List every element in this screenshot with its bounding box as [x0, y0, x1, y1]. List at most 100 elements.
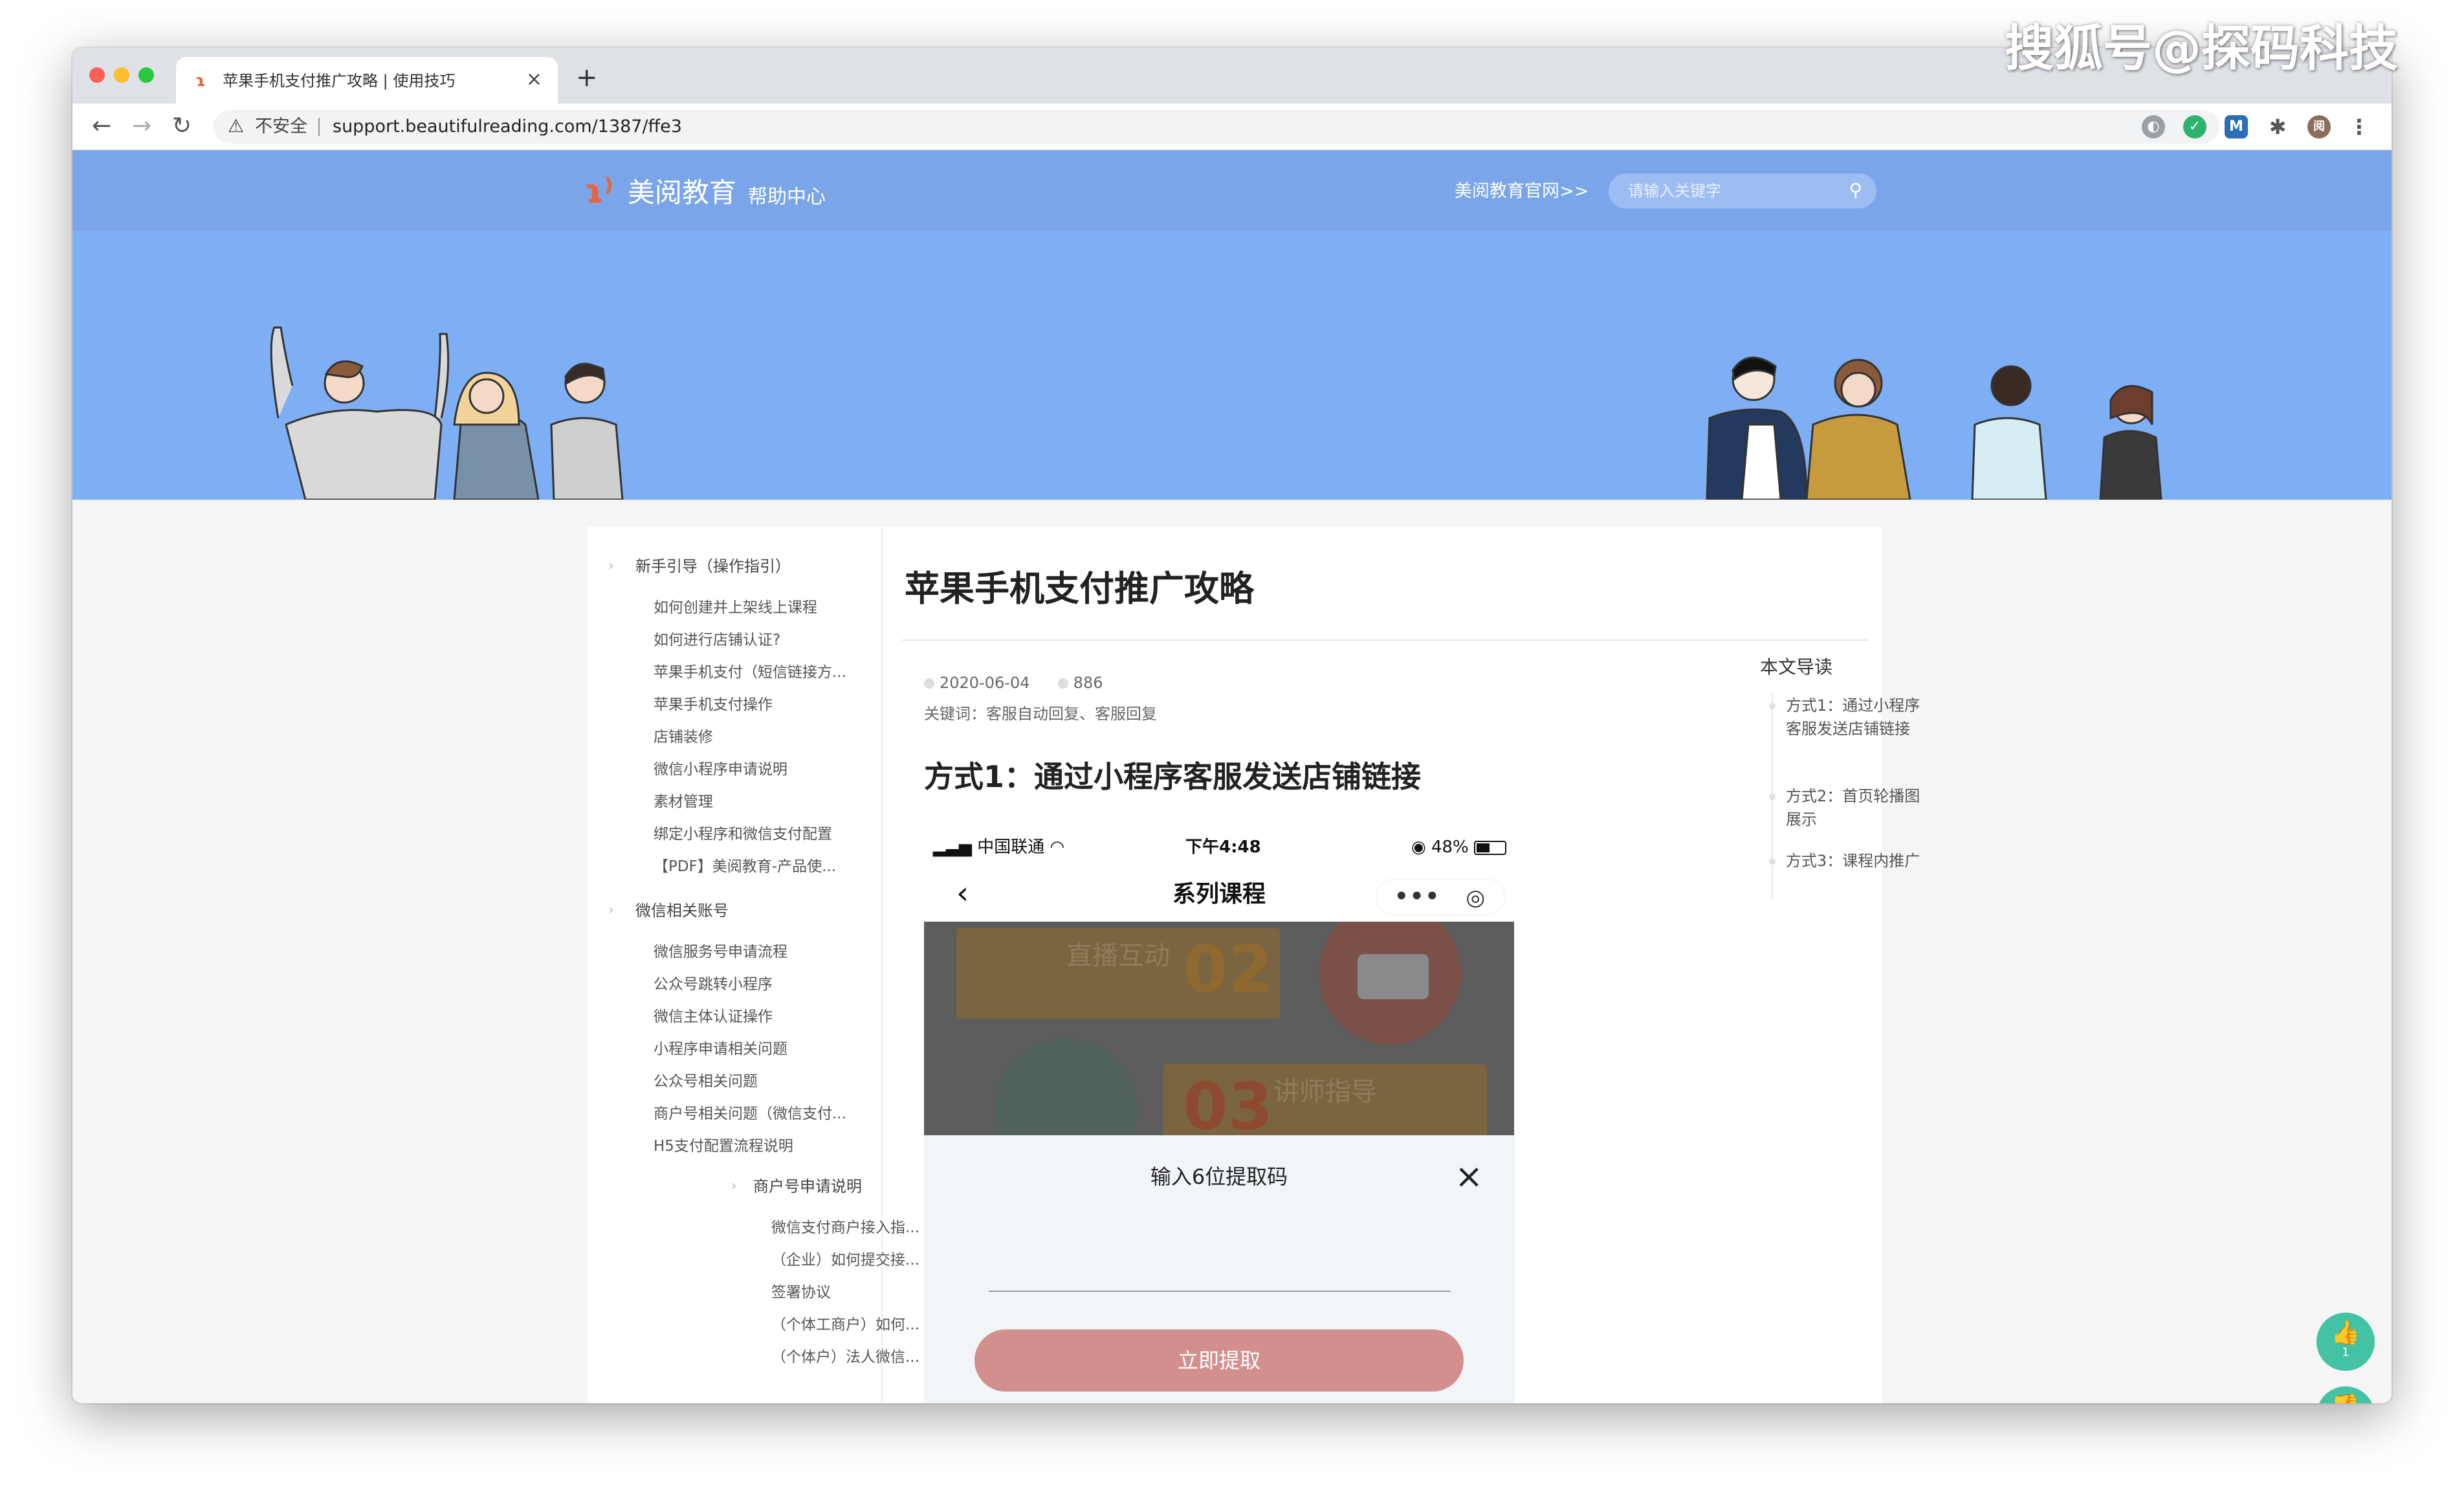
chevron-right-icon[interactable]: › [731, 1177, 737, 1196]
sidebar-item[interactable]: 绑定小程序和微信支付配置 [654, 825, 832, 844]
address-bar[interactable]: ⚠ 不安全 support.beautifulreading.com/1387/… [214, 110, 2219, 144]
sidebar-item[interactable]: 微信服务号申请流程 [654, 942, 787, 962]
url-text[interactable]: support.beautifulreading.com/1387/ffe3 [333, 117, 682, 137]
profile-avatar[interactable]: 阅 [2307, 115, 2331, 139]
browser-menu-icon[interactable]: ⋮ [2348, 115, 2371, 139]
back-arrow-icon[interactable]: ← [92, 113, 111, 140]
close-icon[interactable]: × [1455, 1160, 1483, 1194]
phone-carrier: ▂▃▅ 中国联通 ◠ [933, 838, 1064, 857]
thumbs-up-icon: 👍 [2331, 1320, 2360, 1346]
sidebar-item[interactable]: 微信主体认证操作 [654, 1007, 773, 1027]
sidebar-item[interactable]: 素材管理 [654, 792, 713, 812]
sidebar-item[interactable]: 苹果手机支付操作 [654, 695, 773, 715]
search-icon[interactable]: ⚲ [1849, 180, 1862, 201]
wifi-icon: ◠ [1050, 838, 1065, 857]
sohu-watermark: 搜狐号@探码科技 [2005, 19, 2398, 77]
logo-mark-icon[interactable]: ɿ⁾ [584, 173, 613, 210]
sidebar-nav: › 新手引导（操作指引） 如何创建并上架线上课程 如何进行店铺认证? 苹果手机支… [588, 527, 919, 1403]
person-left-2 [453, 372, 540, 500]
phone-time: 下午4:48 [1185, 838, 1261, 857]
dislike-button[interactable]: 👎 0 [2316, 1386, 2375, 1403]
miniprogram-capsule: ••• ◎ [1376, 879, 1505, 915]
clock-icon [924, 678, 934, 689]
warning-triangle-icon[interactable]: ⚠ [228, 115, 244, 137]
sidebar-item[interactable]: 如何创建并上架线上课程 [654, 598, 817, 617]
like-button[interactable]: 👍 1 [2316, 1313, 2375, 1371]
close-target-icon[interactable]: ◎ [1466, 886, 1485, 909]
extensions-puzzle-icon[interactable]: ✱ [2266, 115, 2289, 139]
extension-m-icon[interactable]: M [2225, 115, 2248, 139]
extract-submit-button[interactable]: 立即提取 [974, 1329, 1464, 1392]
maximize-window-button[interactable] [138, 67, 154, 83]
tab-active[interactable]: ɿ 苹果手机支付推广攻略 | 使用技巧 × [176, 57, 558, 104]
people-cheering-illustration [270, 326, 2162, 500]
chevron-right-icon[interactable]: › [608, 901, 614, 920]
reload-icon[interactable]: ↻ [172, 113, 192, 140]
chevron-right-icon[interactable]: › [608, 557, 614, 576]
more-dots-icon[interactable]: ••• [1394, 882, 1440, 911]
search-box: ⚲ [1609, 173, 1876, 208]
code-input-field[interactable] [989, 1291, 1451, 1292]
toc-item-3[interactable]: 方式3：课程内推广 [1786, 849, 1928, 872]
sidebar-item[interactable]: 签署协议 [771, 1283, 831, 1302]
sidebar-item[interactable]: 苹果手机支付（短信链接方... [654, 663, 846, 682]
sidebar-item[interactable]: 公众号相关问题 [654, 1072, 758, 1091]
sidebar-item[interactable]: H5支付配置流程说明 [654, 1137, 793, 1156]
toc-title: 本文导读 [1760, 656, 1833, 678]
phone-battery: ◉ 48% [1411, 838, 1506, 857]
sidebar-item[interactable]: （个体工商户）如何... [771, 1315, 919, 1335]
toc-item-2[interactable]: 方式2：首页轮播图展示 [1786, 784, 1928, 831]
phone-nav-bar: ‹ 系列课程 ••• ◎ [924, 867, 1514, 922]
site-header: ɿ⁾ 美阅教育 帮助中心 美阅教育官网>> ⚲ [72, 150, 2392, 230]
extension-check-icon[interactable]: ✓ [2183, 115, 2206, 139]
person-right-2 [1805, 359, 1911, 500]
sidebar-item[interactable]: 店铺装修 [654, 727, 713, 747]
search-input[interactable] [1628, 182, 1835, 200]
browser-toolbar: ← → ↻ ⚠ 不安全 support.beautifulreading.com… [72, 104, 2392, 150]
content-card: › 新手引导（操作指引） 如何创建并上架线上课程 如何进行店铺认证? 苹果手机支… [588, 527, 1920, 1403]
person-left-1 [270, 326, 450, 500]
promo-number-03: 03 [1183, 1069, 1273, 1136]
sidebar-item[interactable]: 商户号相关问题（微信支付... [654, 1104, 846, 1124]
sidebar-section-merchant[interactable]: 商户号申请说明 [753, 1177, 862, 1196]
hero-banner [72, 230, 2392, 500]
address-separator [318, 118, 320, 136]
sidebar-item[interactable]: 如何进行店铺认证? [654, 630, 780, 650]
sidebar-item[interactable]: 小程序申请相关问题 [654, 1039, 787, 1059]
extension-globe-icon[interactable]: ◐ [2142, 115, 2165, 139]
signal-bars-icon: ▂▃▅ [933, 838, 972, 857]
sidebar-section-wechat[interactable]: 微信相关账号 [635, 901, 729, 920]
insecure-label[interactable]: 不安全 [255, 117, 307, 137]
promo-number-02: 02 [1183, 931, 1273, 1007]
toc-bullet [1769, 858, 1776, 865]
sidebar-item[interactable]: （企业）如何提交接... [771, 1250, 919, 1270]
sidebar-item[interactable]: 微信小程序申请说明 [654, 760, 787, 779]
course-promo-image: 直播互动 02 讲师指导 03 [924, 922, 1514, 1135]
sidebar-section-guide[interactable]: 新手引导（操作指引） [635, 557, 791, 576]
forward-arrow-icon[interactable]: → [132, 113, 151, 140]
article-date: 2020-06-04 [940, 674, 1030, 692]
tab-title: 苹果手机支付推广攻略 | 使用技巧 [223, 72, 456, 90]
official-site-link[interactable]: 美阅教育官网>> [1455, 181, 1589, 202]
logo-name[interactable]: 美阅教育 [628, 177, 736, 208]
page-content: ɿ⁾ 美阅教育 帮助中心 美阅教育官网>> ⚲ [72, 150, 2392, 1403]
article-title: 苹果手机支付推广攻略 [905, 568, 1254, 609]
sidebar-item[interactable]: 【PDF】美阅教育-产品使... [654, 857, 836, 876]
modal-title: 输入6位提取码 [1150, 1164, 1288, 1189]
toc-item-1[interactable]: 方式1：通过小程序客服发送店铺链接 [1786, 694, 1928, 740]
sidebar-item[interactable]: 微信支付商户接入指... [771, 1218, 919, 1238]
sidebar-item[interactable]: 公众号跳转小程序 [654, 975, 773, 994]
title-divider [902, 639, 1869, 641]
article-views: 886 [1073, 674, 1103, 692]
logo-subtitle: 帮助中心 [748, 186, 826, 208]
article-meta: 2020-06-04 886 [924, 673, 1103, 693]
tab-close-icon[interactable]: × [526, 70, 542, 89]
person-left-3 [550, 362, 624, 500]
sidebar-item[interactable]: （个体户）法人微信... [771, 1348, 919, 1367]
close-window-button[interactable] [89, 67, 105, 83]
person-right-4 [2099, 384, 2162, 500]
promo-label-live: 直播互动 [1066, 941, 1170, 971]
new-tab-button[interactable]: + [576, 65, 598, 91]
person-right-3 [1971, 365, 2047, 500]
minimize-window-button[interactable] [114, 67, 129, 83]
